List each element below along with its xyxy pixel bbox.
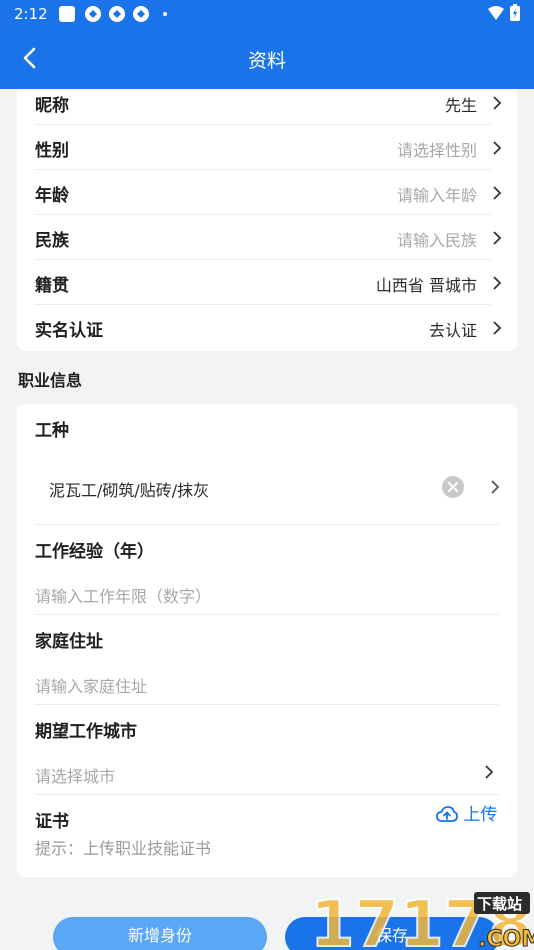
real-name-auth-row[interactable]: 实名认证 去认证: [35, 305, 517, 350]
ethnicity-label: 民族: [35, 231, 69, 251]
divider: [35, 704, 499, 705]
divider: [35, 614, 499, 615]
gender-label: 性别: [35, 141, 69, 161]
age-row[interactable]: 年龄 请输入年龄: [35, 170, 517, 215]
profile-card: 昵称 先生 性别 请选择性别 年龄 请输入年龄 民族 请输入民族 籍贯 山西省 …: [17, 89, 517, 351]
city-selector[interactable]: 请选择城市: [17, 754, 517, 790]
native-place-row[interactable]: 籍贯 山西省 晋城市: [35, 260, 517, 305]
chevron-right-icon: [493, 321, 502, 335]
address-label: 家庭住址: [35, 632, 103, 652]
divider: [35, 794, 499, 795]
app-notification-icon: [133, 6, 149, 22]
nickname-value: 先生: [444, 96, 477, 115]
gender-row[interactable]: 性别 请选择性别: [35, 125, 517, 170]
watermark-logo: 17178 下载站 .COM: [308, 886, 534, 950]
wifi-icon: [488, 6, 505, 20]
career-section-title: 职业信息: [18, 371, 83, 390]
app-notification-icon: [85, 6, 101, 22]
app-notification-icon: [109, 6, 125, 22]
cloud-upload-icon: [436, 806, 458, 822]
real-name-auth-value: 去认证: [428, 321, 477, 340]
chevron-right-icon: [485, 765, 494, 779]
native-place-label: 籍贯: [35, 276, 69, 296]
career-card: 工种 泥瓦工/砌筑/贴砖/抹灰 工作经验（年） 请输入工作年限（数字） 家庭住址…: [17, 404, 517, 877]
battery-icon: [510, 4, 520, 21]
age-label: 年龄: [35, 186, 69, 206]
watermark-tag: 下载站: [477, 895, 522, 913]
chevron-right-icon: [491, 480, 500, 494]
chevron-right-icon: [493, 231, 502, 245]
watermark-suffix: .COM: [478, 927, 534, 950]
chevron-right-icon: [493, 276, 502, 290]
upload-button[interactable]: 上传: [436, 800, 497, 825]
city-placeholder: 请选择城市: [35, 767, 116, 786]
chevron-right-icon: [493, 186, 502, 200]
divider: [35, 524, 499, 525]
add-identity-button[interactable]: 新增身份: [53, 917, 267, 950]
gender-value: 请选择性别: [396, 141, 477, 160]
chevron-right-icon: [493, 141, 502, 155]
ethnicity-value: 请输入民族: [396, 231, 477, 250]
expected-city-label: 期望工作城市: [35, 722, 137, 742]
page-title: 资料: [247, 50, 286, 72]
more-notifications-icon: [163, 12, 167, 16]
experience-input[interactable]: 请输入工作年限（数字）: [35, 583, 211, 607]
job-type-value: 泥瓦工/砌筑/贴砖/抹灰: [49, 481, 210, 500]
status-bar: 2:12: [0, 0, 534, 28]
ethnicity-row[interactable]: 民族 请输入民族: [35, 215, 517, 260]
certificate-hint: 提示：上传职业技能证书: [35, 839, 212, 858]
nickname-label: 昵称: [35, 96, 69, 116]
job-type-selector[interactable]: 泥瓦工/砌筑/贴砖/抹灰: [17, 464, 517, 508]
clear-icon[interactable]: [442, 476, 464, 498]
job-type-label: 工种: [35, 421, 69, 441]
experience-label: 工作经验（年）: [35, 542, 154, 562]
native-place-value: 山西省 晋城市: [375, 276, 477, 295]
status-right: [487, 4, 520, 25]
status-time: 2:12: [14, 5, 48, 23]
address-input[interactable]: 请输入家庭住址: [35, 673, 147, 697]
certificate-label: 证书: [35, 812, 69, 832]
upload-label: 上传: [463, 805, 498, 825]
notification-icon: [59, 6, 75, 22]
nickname-row[interactable]: 昵称 先生: [35, 80, 517, 125]
chevron-right-icon: [493, 96, 502, 110]
age-value: 请输入年龄: [396, 186, 477, 205]
real-name-auth-label: 实名认证: [35, 321, 103, 341]
